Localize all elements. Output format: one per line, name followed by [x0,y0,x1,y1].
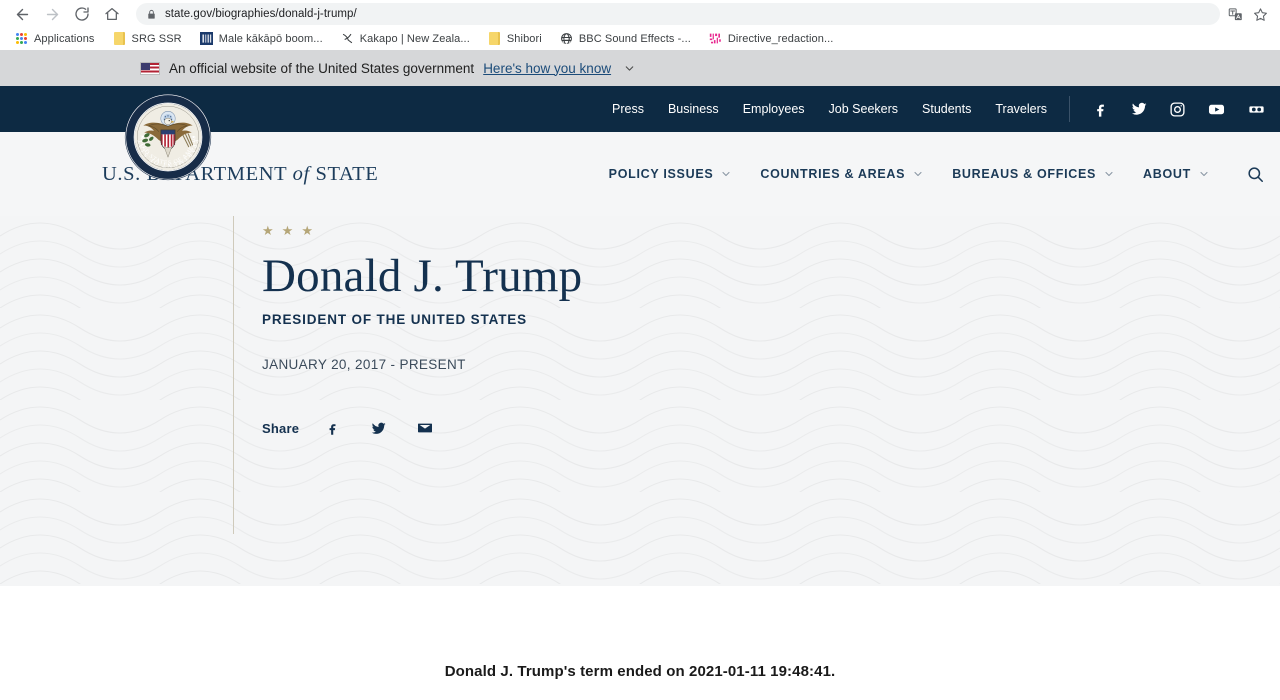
bookmark-male-kakapo-boom[interactable]: Male kākāpō boom... [191,29,332,49]
apps-grid-icon [15,32,28,45]
search-icon[interactable] [1238,157,1272,191]
gov-banner-text: An official website of the United States… [169,60,475,76]
bookmark-label: SRG SSR [131,32,182,45]
address-bar-url: state.gov/biographies/donald-j-trump/ [165,8,357,20]
share-facebook-icon[interactable] [321,419,344,438]
utility-links: Press Business Employees Job Seekers Stu… [612,102,1047,116]
reload-button[interactable] [68,1,96,27]
back-button[interactable] [8,1,36,27]
term-ended-notice-area: Donald J. Trump's term ended on 2021-01-… [0,586,1280,688]
site-masthead: DEPARTMENT OF STATE UNITED STATES OF AME… [0,88,1280,216]
nav-item-label: POLICY ISSUES [608,167,714,181]
folder-icon [488,32,501,45]
social-links [1092,100,1280,119]
chevron-down-icon [912,168,924,180]
browser-chrome: state.gov/biographies/donald-j-trump/ Ap… [0,0,1280,50]
facebook-icon[interactable] [1092,101,1109,118]
site-favicon [341,32,354,45]
utility-link-press[interactable]: Press [612,102,644,116]
forward-button[interactable] [38,1,66,27]
utility-divider [1069,96,1070,122]
bookmark-label: BBC Sound Effects -... [578,32,691,45]
utility-link-employees[interactable]: Employees [743,102,805,116]
share-email-icon[interactable] [413,418,437,438]
page-title: Donald J. Trump [262,250,583,302]
share-twitter-icon[interactable] [366,418,391,439]
star-decoration: ★ ★ ★ [262,224,1280,237]
youtube-icon[interactable] [1207,100,1226,119]
star-icon: ★ [301,223,313,238]
share-row: Share [262,418,1280,439]
nav-item-label: COUNTRIES & AREAS [760,167,906,181]
heres-how-you-know-link[interactable]: Here's how you know [483,61,611,76]
wordmark-part2: STATE [315,162,379,185]
bookmark-directive-redaction[interactable]: Directive_redaction... [700,29,843,49]
translate-icon[interactable] [1228,7,1243,22]
home-button[interactable] [98,1,126,27]
biography-role: PRESIDENT OF THE UNITED STATES [262,311,528,327]
biography-hero: ★ ★ ★ Donald J. Trump PRESIDENT OF THE U… [0,216,1280,586]
bookmark-label: Directive_redaction... [727,32,834,45]
biography-header: ★ ★ ★ Donald J. Trump PRESIDENT OF THE U… [0,216,1280,439]
department-of-state-seal[interactable]: DEPARTMENT OF STATE UNITED STATES OF AME… [121,88,212,181]
chevron-down-icon[interactable] [623,62,636,75]
bookmark-shibori[interactable]: Shibori [479,29,551,49]
nav-item-countries-areas[interactable]: COUNTRIES & AREAS [746,167,938,181]
lock-icon [146,9,157,20]
folder-icon [113,32,126,45]
star-icon: ★ [281,223,294,238]
bookmark-bbc-sound-effects[interactable]: BBC Sound Effects -... [551,29,700,49]
main-navigation: POLICY ISSUES COUNTRIES & AREAS BUREAUS … [595,132,1280,216]
address-bar[interactable]: state.gov/biographies/donald-j-trump/ [136,3,1220,25]
chevron-down-icon [720,168,732,180]
official-gov-banner: An official website of the United States… [0,50,1280,86]
chevron-down-icon [1198,168,1210,180]
nav-item-about[interactable]: ABOUT [1129,167,1224,181]
chevron-down-icon [1103,168,1115,180]
site-favicon [708,32,722,45]
bookmarks-bar: Applications SRG SSR Male kākāpō boom...… [0,28,1280,50]
star-icon: ★ [262,223,274,238]
nav-item-label: ABOUT [1143,167,1191,181]
term-ended-notice: Donald J. Trump's term ended on 2021-01-… [444,663,836,680]
bookmark-label: Shibori [506,32,542,45]
instagram-icon[interactable] [1169,101,1186,118]
utility-link-travelers[interactable]: Travelers [995,102,1047,116]
globe-icon [560,32,573,45]
utility-link-business[interactable]: Business [668,102,719,116]
utility-link-students[interactable]: Students [922,102,971,116]
star-icon[interactable] [1253,7,1268,22]
biography-term-dates: JANUARY 20, 2017 - PRESENT [262,356,466,372]
nav-item-bureaus-offices[interactable]: BUREAUS & OFFICES [938,167,1129,181]
bookmark-label: Applications [34,32,95,45]
browser-toolbar: state.gov/biographies/donald-j-trump/ [0,0,1280,28]
bookmark-srg-ssr[interactable]: SRG SSR [104,29,191,49]
omnibox-actions [1228,7,1272,22]
site-favicon [199,32,213,45]
bookmark-label: Kakapo | New Zeala... [359,32,470,45]
us-flag-icon [140,61,160,75]
twitter-icon[interactable] [1130,100,1148,118]
nav-item-label: BUREAUS & OFFICES [952,167,1097,181]
flickr-icon[interactable] [1247,100,1266,119]
share-label: Share [262,420,300,436]
bookmark-label: Male kākāpō boom... [218,32,323,45]
wordmark-of: of [292,162,310,185]
bookmark-applications[interactable]: Applications [6,29,104,49]
nav-item-policy-issues[interactable]: POLICY ISSUES [595,167,747,181]
utility-link-job-seekers[interactable]: Job Seekers [829,102,898,116]
bookmark-kakapo-new-zealand[interactable]: Kakapo | New Zeala... [332,29,479,49]
